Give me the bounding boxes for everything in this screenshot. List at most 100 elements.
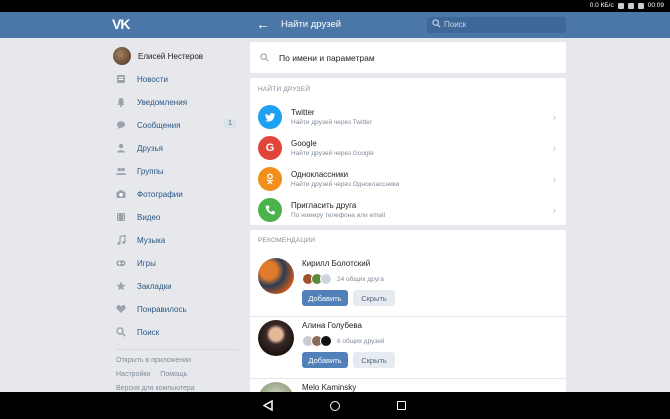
sidebar-item-label: Понравилось <box>137 304 187 314</box>
sidebar-item-news[interactable]: Новости <box>116 72 242 86</box>
status-right: 0.0 КБ/с 00:09 <box>590 2 664 9</box>
user-icon <box>116 143 126 153</box>
users-icon <box>116 166 126 176</box>
hide-button[interactable]: Скрыть <box>353 290 395 306</box>
desktop-version-link[interactable]: Версия для компьютера <box>116 385 195 392</box>
phone-icon <box>258 198 282 222</box>
mutual-avatar <box>320 273 332 285</box>
news-icon <box>116 74 126 84</box>
star-icon <box>116 281 126 291</box>
top-header: VK ← Найти друзей Поиск <box>0 12 670 38</box>
sidebar-item-label: Новости <box>137 74 168 84</box>
sidebar-item-label: Уведомления <box>137 97 188 107</box>
message-icon <box>116 120 126 130</box>
user-name: Елисей Нестеров <box>138 51 204 61</box>
sidebar-item-groups[interactable]: Группы <box>116 164 242 178</box>
sidebar-item-label: Группы <box>137 166 164 176</box>
sidebar-item-games[interactable]: Игры <box>116 256 242 270</box>
sidebar-item-video[interactable]: Видео <box>116 210 242 224</box>
sidebar-footer-line-3: Версия для компьютера <box>116 385 203 392</box>
messages-count-badge: 1 <box>224 119 236 128</box>
add-friend-button[interactable]: Добавить <box>302 352 348 368</box>
mutual-count: 24 общих друга <box>337 275 384 283</box>
invite-friend[interactable]: Пригласить друга По номеру телефона или … <box>258 195 558 225</box>
sidebar-item-notifications[interactable]: Уведомления <box>116 95 242 109</box>
back-arrow-icon[interactable]: ← <box>256 16 270 32</box>
help-link[interactable]: Помощь <box>160 371 187 378</box>
mutual-friends: 24 общих друга <box>302 273 384 285</box>
signal-icon <box>617 2 624 9</box>
friend-avatar[interactable] <box>258 320 294 356</box>
sidebar-item-liked[interactable]: Понравилось <box>116 302 242 316</box>
sidebar-divider <box>116 349 238 350</box>
chevron-right-icon: › <box>553 205 556 215</box>
mutual-friends: 6 общих друзей <box>302 335 385 347</box>
recommendations-card: РЕКОМЕНДАЦИИ Кирилл Болотский 24 общих д… <box>250 230 566 400</box>
sidebar-item-messages[interactable]: Сообщения 1 <box>116 118 242 132</box>
header-search-placeholder: Поиск <box>444 20 467 29</box>
service-desc: Найти друзей через Одноклассники <box>291 181 400 188</box>
open-in-app-link[interactable]: Открыть в приложении <box>116 357 191 364</box>
sidebar-item-label: Закладки <box>137 281 172 291</box>
sidebar-item-bookmarks[interactable]: Закладки <box>116 279 242 293</box>
vk-logo[interactable]: VK <box>112 16 130 32</box>
battery-icon <box>637 2 644 9</box>
hide-button[interactable]: Скрыть <box>353 352 395 368</box>
nav-home-icon[interactable] <box>330 401 340 411</box>
chevron-right-icon: › <box>553 112 556 122</box>
sidebar-item-label: Игры <box>137 258 156 268</box>
google-icon: G <box>258 136 282 160</box>
music-icon <box>116 235 126 245</box>
add-friend-button[interactable]: Добавить <box>302 290 348 306</box>
friend-search-input[interactable]: По имени и параметрам <box>250 42 566 73</box>
settings-link[interactable]: Настройки <box>116 371 150 378</box>
service-odnoklassniki[interactable]: Одноклассники Найти друзей через Однокла… <box>258 164 558 194</box>
sidebar-item-photos[interactable]: Фотографии <box>116 187 242 201</box>
friend-name[interactable]: Melo Kaminsky <box>302 383 356 392</box>
friend-avatar[interactable] <box>258 258 294 294</box>
friend-name[interactable]: Кирилл Болотский <box>302 259 370 268</box>
video-icon <box>116 212 126 222</box>
recommendations-title: РЕКОМЕНДАЦИИ <box>258 237 316 244</box>
search-icon <box>116 327 126 337</box>
sidebar-item-label: Друзья <box>137 143 163 153</box>
service-desc: Найти друзей через Twitter <box>291 119 372 126</box>
sidebar-item-label: Поиск <box>137 327 160 337</box>
search-icon <box>260 53 269 62</box>
service-name: Google <box>291 139 317 148</box>
sidebar-item-label: Сообщения <box>137 120 181 130</box>
sidebar-item-label: Музыка <box>137 235 166 245</box>
sidebar-item-label: Фотографии <box>137 189 183 199</box>
chevron-right-icon: › <box>553 174 556 184</box>
sidebar-item-label: Видео <box>137 212 161 222</box>
friend-search-placeholder: По имени и параметрам <box>279 53 375 63</box>
bell-icon <box>116 97 126 107</box>
recommendation-item: Кирилл Болотский 24 общих друга Добавить… <box>250 254 566 314</box>
service-name: Одноклассники <box>291 170 349 179</box>
nav-recents-icon[interactable] <box>397 401 406 410</box>
system-navigation-bar <box>0 392 670 419</box>
service-google[interactable]: G Google Найти друзей через Google › <box>258 133 558 163</box>
status-bar: 0.0 КБ/с 00:09 <box>0 0 670 12</box>
header-search-input[interactable]: Поиск <box>427 17 566 33</box>
odnoklassniki-icon <box>258 167 282 191</box>
sidebar-item-music[interactable]: Музыка <box>116 233 242 247</box>
find-friends-title: НАЙТИ ДРУЗЕЙ <box>258 86 311 93</box>
find-friends-card: НАЙТИ ДРУЗЕЙ Twitter Найти друзей через … <box>250 78 566 225</box>
service-twitter[interactable]: Twitter Найти друзей через Twitter › <box>258 102 558 132</box>
sidebar-footer-line-1: Открыть в приложении <box>116 357 199 364</box>
page-title: Найти друзей <box>281 19 342 30</box>
sidebar-item-friends[interactable]: Друзья <box>116 141 242 155</box>
profile-link[interactable]: Елисей Нестеров <box>113 47 203 65</box>
service-desc: По номеру телефона или email <box>291 212 386 219</box>
chevron-right-icon: › <box>553 143 556 153</box>
recommendation-item: Алина Голубева 6 общих друзей Добавить С… <box>250 316 566 376</box>
camera-icon <box>116 189 126 199</box>
search-icon <box>432 19 441 28</box>
gamepad-icon <box>116 258 126 268</box>
service-desc: Найти друзей через Google <box>291 150 374 157</box>
friend-name[interactable]: Алина Голубева <box>302 321 362 330</box>
nav-back-icon[interactable] <box>263 400 273 411</box>
twitter-icon <box>258 105 282 129</box>
sidebar-item-search[interactable]: Поиск <box>116 325 242 339</box>
